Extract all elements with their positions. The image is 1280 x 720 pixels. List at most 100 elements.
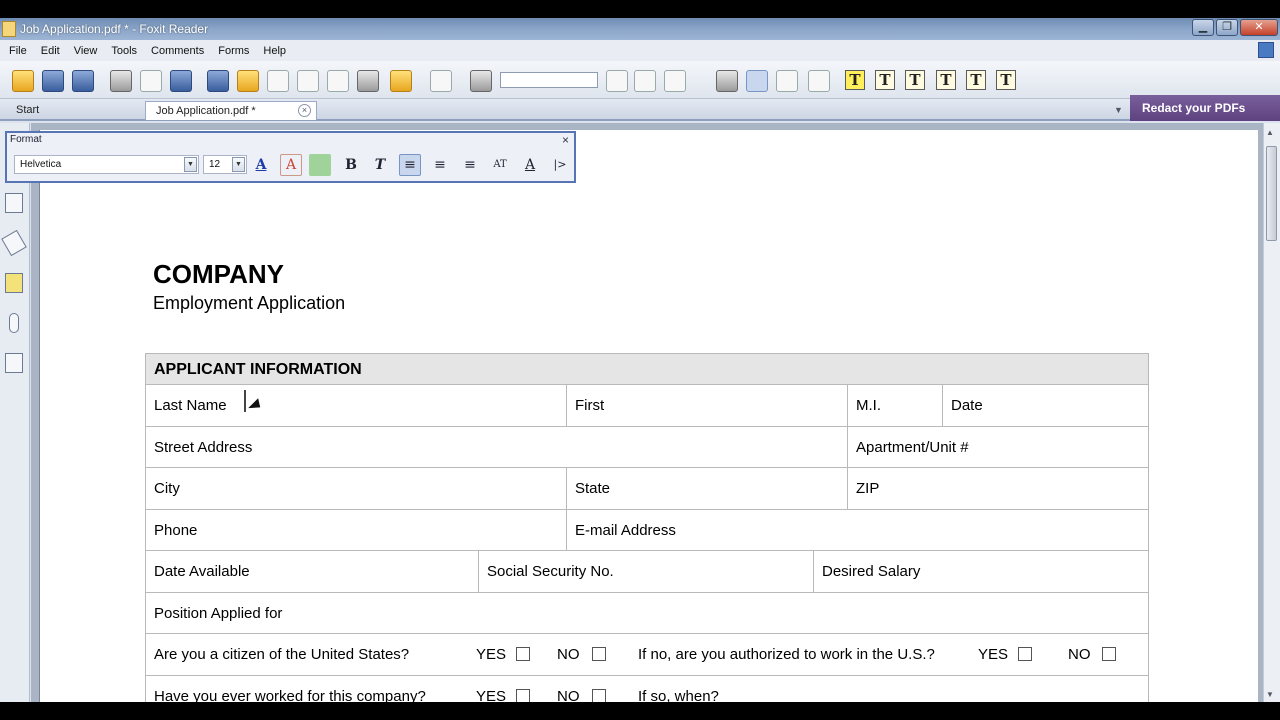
street-address-field[interactable]: Street Address	[146, 426, 848, 467]
font-family-select[interactable]: Helvetica ▼	[14, 155, 199, 174]
select-arrow-icon[interactable]	[297, 70, 319, 92]
table-row: Position Applied for	[146, 593, 1148, 634]
indent-icon[interactable]: |>	[549, 154, 571, 176]
menu-tools[interactable]: Tools	[111, 45, 137, 57]
email-icon[interactable]	[140, 70, 162, 92]
underline-text-icon[interactable]: T	[936, 70, 956, 90]
foxit-reader-window: Job Application.pdf * - Foxit Reader ▁ ❐…	[0, 0, 1280, 720]
highlight-color-icon[interactable]	[309, 154, 331, 176]
apartment-field[interactable]: Apartment/Unit #	[848, 427, 1148, 468]
text-select-icon[interactable]	[327, 70, 349, 92]
strikeout-text-icon[interactable]: T	[905, 70, 925, 90]
align-right-icon[interactable]: ≡	[459, 154, 481, 176]
table-row: Last Name First M.I. Date	[146, 385, 1148, 427]
bottom-black-bar	[0, 702, 1280, 720]
citizen-yes-label: YES	[476, 646, 507, 663]
text-background-icon[interactable]: A	[280, 154, 302, 176]
citizen-yes-checkbox[interactable]	[516, 647, 530, 661]
menu-file[interactable]: File	[9, 45, 27, 57]
tab-job-application[interactable]: Job Application.pdf *	[145, 101, 317, 120]
city-field[interactable]: City	[146, 468, 567, 509]
attachments-icon[interactable]	[9, 313, 19, 333]
align-left-icon[interactable]: ≡	[399, 154, 421, 176]
authorized-yes-checkbox[interactable]	[1018, 647, 1032, 661]
textbox-icon[interactable]	[808, 70, 830, 92]
menu-view[interactable]: View	[74, 45, 98, 57]
format-close-icon[interactable]: ×	[562, 133, 569, 147]
citizen-no-checkbox[interactable]	[592, 647, 606, 661]
align-center-icon[interactable]: ≡	[429, 154, 451, 176]
typewriter-icon[interactable]	[746, 70, 768, 92]
replace-text-icon[interactable]: T	[966, 70, 986, 90]
menu-help[interactable]: Help	[263, 45, 286, 57]
search-options-icon[interactable]	[664, 70, 686, 92]
comments-icon[interactable]	[5, 273, 23, 293]
tab-close-icon[interactable]: ×	[298, 104, 311, 117]
authorized-yes-label: YES	[978, 646, 1009, 663]
first-name-field[interactable]: First	[567, 385, 848, 426]
note-edit-icon[interactable]	[776, 70, 798, 92]
save-all-icon[interactable]	[72, 70, 94, 92]
middle-initial-field[interactable]: M.I.	[848, 385, 943, 426]
menu-forms[interactable]: Forms	[218, 45, 249, 57]
text-icon[interactable]: T	[875, 70, 895, 90]
font-size-select[interactable]: 12 ▼	[203, 155, 247, 174]
tab-start[interactable]: Start	[6, 101, 49, 120]
window-icon[interactable]	[170, 70, 192, 92]
position-field[interactable]: Position Applied for	[146, 593, 1148, 634]
bold-icon[interactable]: B	[340, 154, 362, 176]
zoom-tool-icon[interactable]	[267, 70, 289, 92]
find-binoculars-icon[interactable]	[470, 70, 492, 92]
find-input[interactable]	[500, 72, 598, 88]
maximize-button[interactable]: ❐	[1216, 19, 1238, 36]
scroll-up-arrow-icon[interactable]: ▲	[1266, 128, 1274, 137]
document-tab-bar: Start Job Application.pdf * × ▼	[0, 99, 1280, 121]
menu-comments[interactable]: Comments	[151, 45, 204, 57]
worked-yes-checkbox[interactable]	[516, 688, 530, 703]
scroll-down-arrow-icon[interactable]: ▼	[1266, 690, 1274, 699]
bookmarks-icon[interactable]	[1, 229, 27, 257]
monitor-icon[interactable]	[207, 70, 229, 92]
desired-salary-field[interactable]: Desired Salary	[814, 551, 1148, 592]
date-available-field[interactable]: Date Available	[146, 551, 479, 592]
char-spacing-icon[interactable]: AT	[489, 154, 511, 176]
insert-text-icon[interactable]: T	[996, 70, 1016, 90]
scrollbar-thumb[interactable]	[1266, 146, 1277, 241]
citizen-question: Are you a citizen of the United States?	[154, 646, 410, 663]
last-name-field[interactable]: Last Name	[146, 385, 567, 426]
signature-icon[interactable]	[5, 353, 23, 373]
highlight-text-icon[interactable]: T	[845, 70, 865, 90]
print-icon[interactable]	[110, 70, 132, 92]
menu-edit[interactable]: Edit	[41, 45, 60, 57]
authorized-no-checkbox[interactable]	[1102, 647, 1116, 661]
find-prev-icon[interactable]	[606, 70, 628, 92]
sign-pen-icon[interactable]	[430, 70, 452, 92]
close-window-button[interactable]: ✕	[1240, 19, 1278, 36]
find-next-icon[interactable]	[634, 70, 656, 92]
lock-icon[interactable]	[390, 70, 412, 92]
phone-field[interactable]: Phone	[146, 509, 567, 550]
window-title: Job Application.pdf * - Foxit Reader	[20, 22, 209, 36]
hand-tool-icon[interactable]	[237, 70, 259, 92]
email-field[interactable]: E-mail Address	[567, 510, 1148, 551]
redact-banner[interactable]: Redact your PDFs	[1130, 95, 1280, 121]
state-field[interactable]: State	[567, 468, 848, 509]
restore-doc-icon[interactable]	[1258, 42, 1274, 58]
chevron-down-icon[interactable]: ▼	[184, 157, 197, 172]
tab-dropdown-icon[interactable]: ▼	[1114, 105, 1123, 115]
zip-field[interactable]: ZIP	[848, 468, 1148, 509]
char-scale-icon[interactable]: A	[519, 154, 541, 176]
pages-icon[interactable]	[5, 193, 23, 213]
ssn-field[interactable]: Social Security No.	[479, 551, 814, 592]
date-field[interactable]: Date	[943, 385, 1148, 426]
minimize-button[interactable]: ▁	[1192, 19, 1214, 36]
save-icon[interactable]	[42, 70, 64, 92]
open-icon[interactable]	[12, 70, 34, 92]
font-color-icon[interactable]: A	[250, 154, 272, 176]
snapshot-icon[interactable]	[357, 70, 379, 92]
italic-icon[interactable]: T	[369, 154, 391, 176]
attachment-icon[interactable]	[716, 70, 738, 92]
worked-no-checkbox[interactable]	[592, 688, 606, 703]
chevron-down-icon[interactable]: ▼	[232, 157, 245, 172]
format-toolbar-title: Format	[10, 134, 42, 145]
